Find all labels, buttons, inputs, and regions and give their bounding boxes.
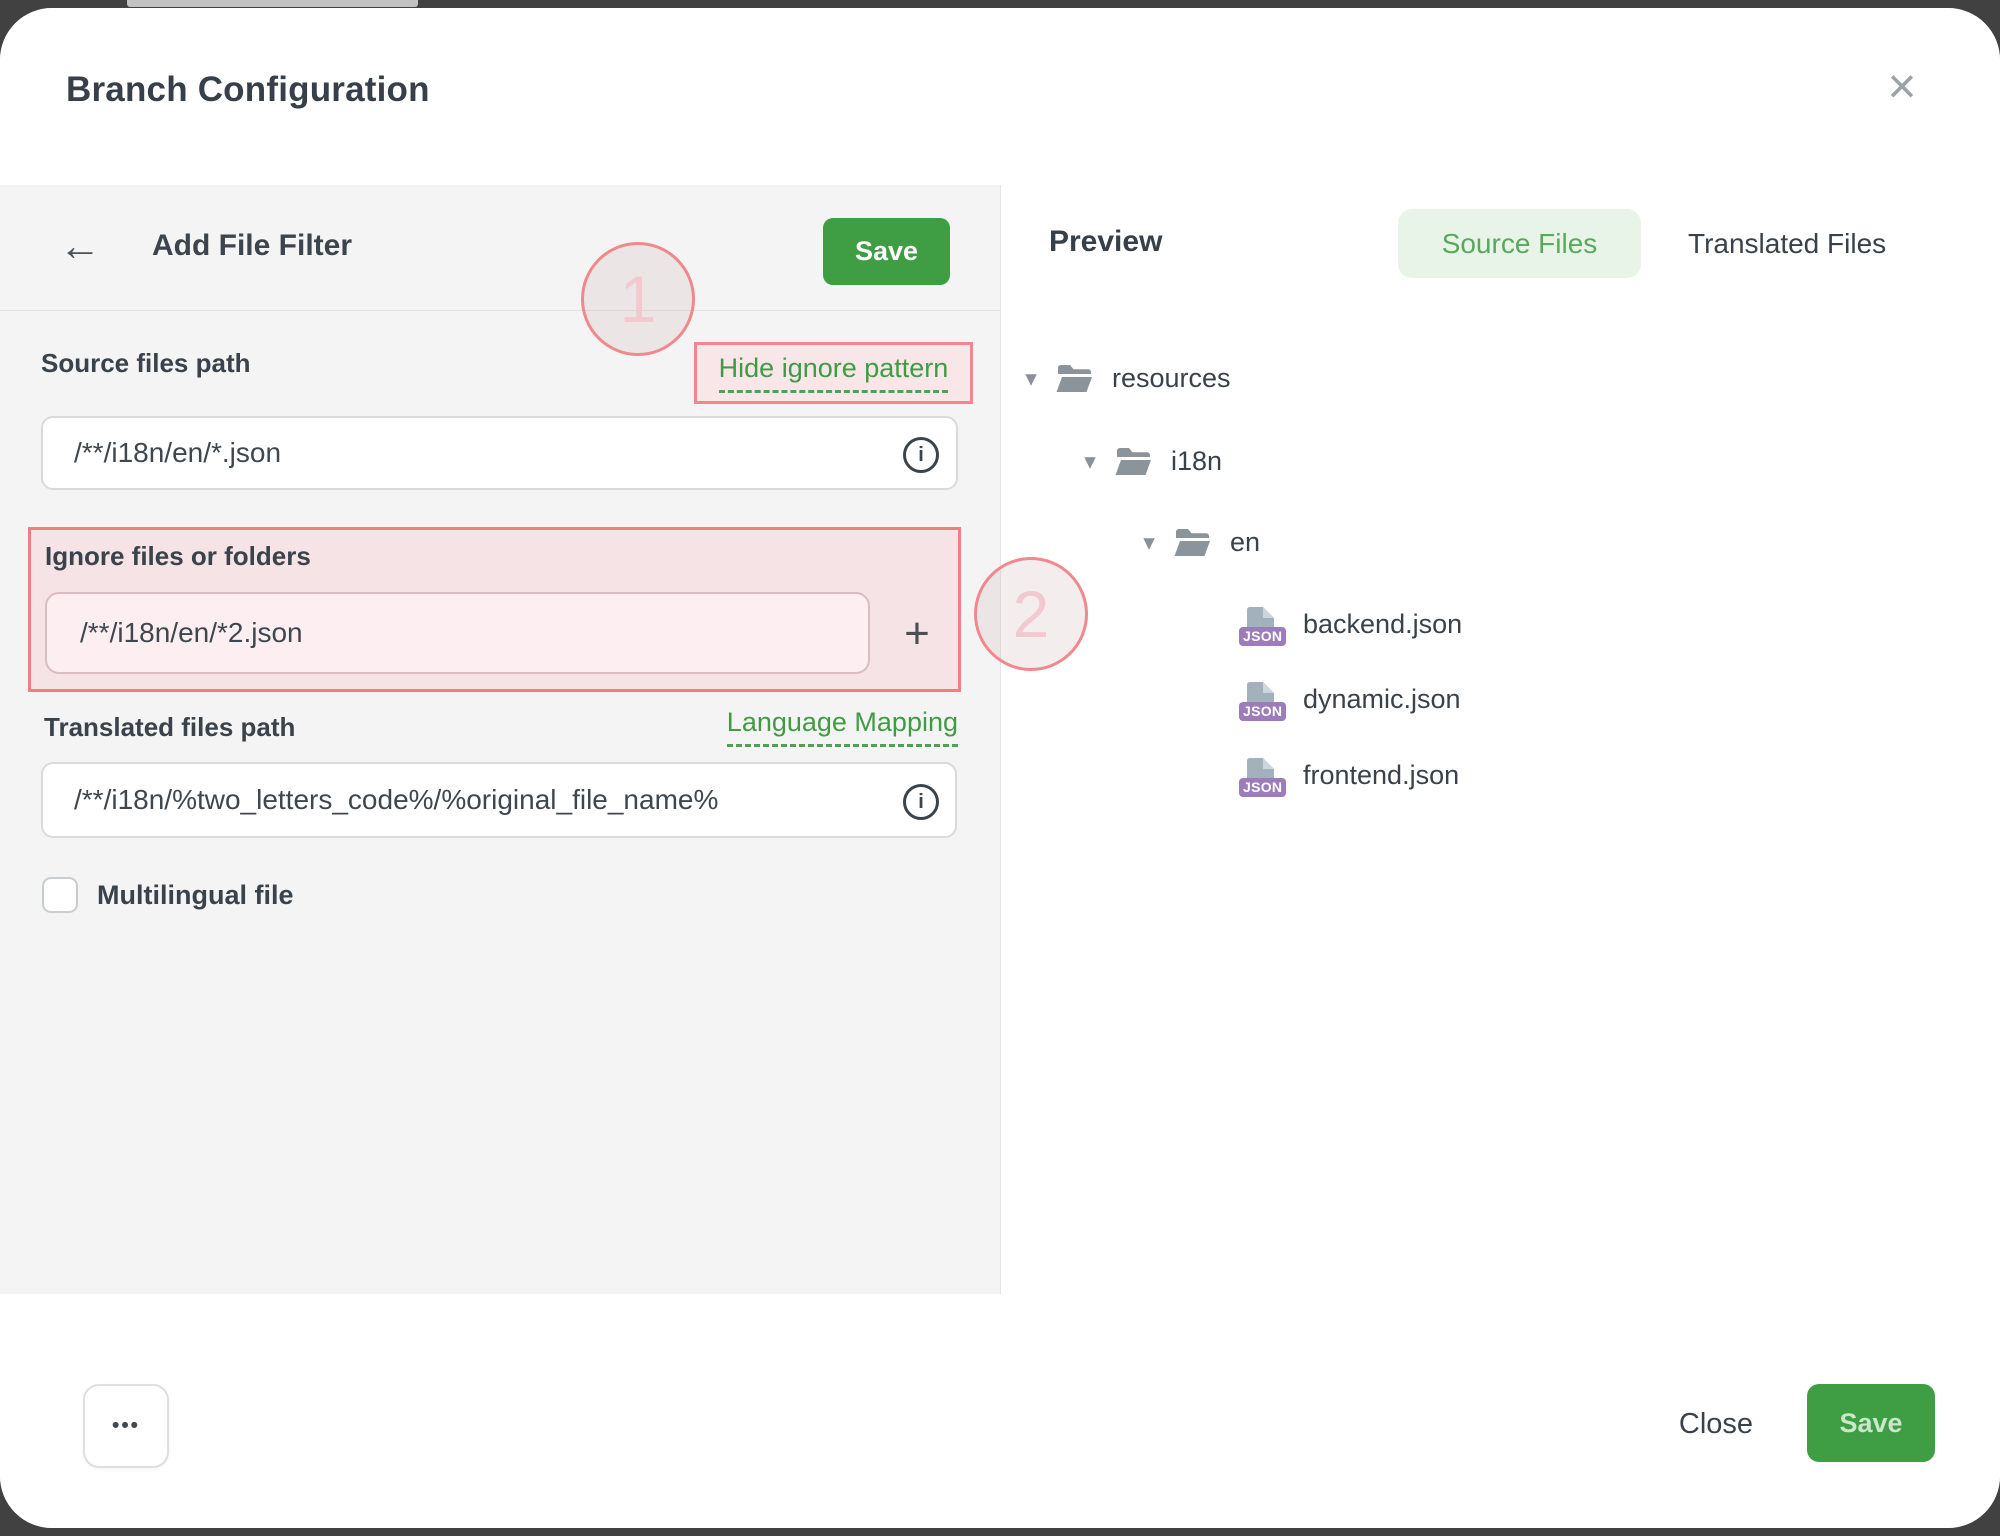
info-icon[interactable]: i <box>903 437 939 473</box>
json-badge: JSON <box>1239 627 1286 646</box>
file-filter-panel: ← Add File Filter Save Source files path… <box>0 185 1001 1294</box>
ellipsis-icon: ••• <box>112 1414 140 1438</box>
tree-row-folder[interactable]: ▾ i18n <box>1080 439 1222 483</box>
dialog-header: Branch Configuration × <box>0 8 2000 186</box>
background-page-remnant <box>127 0 418 7</box>
ignore-pattern-highlight-box: Ignore files or folders + <box>28 527 961 692</box>
tree-row-folder[interactable]: ▾ en <box>1139 520 1260 564</box>
ignore-files-label: Ignore files or folders <box>45 541 311 572</box>
tree-folder-label: en <box>1230 527 1260 558</box>
annotation-step-2: 2 <box>974 557 1088 671</box>
translated-files-path-label: Translated files path <box>44 712 295 743</box>
tree-file-label: frontend.json <box>1303 760 1459 791</box>
multilingual-file-row: Multilingual file <box>42 877 294 913</box>
dialog-content: ← Add File Filter Save Source files path… <box>0 185 2000 1294</box>
source-files-path-label: Source files path <box>41 348 251 379</box>
preview-title: Preview <box>1049 225 1162 259</box>
close-icon[interactable]: × <box>1874 58 1930 114</box>
back-arrow-icon[interactable]: ← <box>56 219 104 273</box>
annotation-number: 2 <box>1013 576 1050 652</box>
tree-file-label: dynamic.json <box>1303 684 1461 715</box>
hide-ignore-pattern-highlight: Hide ignore pattern <box>694 342 973 404</box>
tree-folder-label: i18n <box>1171 446 1222 477</box>
more-options-button[interactable]: ••• <box>83 1384 169 1468</box>
caret-down-icon[interactable]: ▾ <box>1139 531 1159 554</box>
preview-panel: Preview Source Files Translated Files ▾ … <box>1001 185 2000 1294</box>
tab-translated-files[interactable]: Translated Files <box>1673 209 1901 278</box>
annotation-step-1: 1 <box>581 242 695 356</box>
filter-save-button[interactable]: Save <box>823 218 950 285</box>
json-file-icon: JSON <box>1247 682 1274 716</box>
tree-file-label: backend.json <box>1303 609 1462 640</box>
dialog-title: Branch Configuration <box>66 70 430 110</box>
annotation-number: 1 <box>620 261 657 337</box>
filter-panel-title: Add File Filter <box>152 229 352 263</box>
branch-configuration-dialog: Branch Configuration × ← Add File Filter… <box>0 8 2000 1528</box>
translated-files-path-input[interactable] <box>41 762 957 838</box>
hide-ignore-pattern-link[interactable]: Hide ignore pattern <box>719 353 949 393</box>
tree-row-folder[interactable]: ▾ resources <box>1021 356 1231 400</box>
tree-row-file[interactable]: JSON backend.json <box>1242 602 1462 646</box>
multilingual-checkbox[interactable] <box>42 877 78 913</box>
screen: Branch Configuration × ← Add File Filter… <box>0 0 2000 1536</box>
folder-icon <box>1055 363 1093 393</box>
json-badge: JSON <box>1239 778 1286 797</box>
tree-folder-label: resources <box>1112 363 1231 394</box>
json-badge: JSON <box>1239 702 1286 721</box>
tab-source-files[interactable]: Source Files <box>1398 209 1641 278</box>
caret-down-icon[interactable]: ▾ <box>1021 367 1041 390</box>
tree-row-file[interactable]: JSON dynamic.json <box>1242 677 1461 721</box>
multilingual-label: Multilingual file <box>97 880 294 911</box>
tree-row-file[interactable]: JSON frontend.json <box>1242 753 1459 797</box>
folder-icon <box>1114 446 1152 476</box>
dialog-save-button[interactable]: Save <box>1807 1384 1935 1462</box>
ignore-pattern-input[interactable] <box>45 592 870 674</box>
dialog-footer: ••• Close Save <box>0 1294 2000 1528</box>
language-mapping-link[interactable]: Language Mapping <box>727 707 958 747</box>
source-files-path-input[interactable] <box>41 416 958 490</box>
info-icon[interactable]: i <box>903 784 939 820</box>
json-file-icon: JSON <box>1247 607 1274 641</box>
folder-icon <box>1173 527 1211 557</box>
filter-header-row: ← Add File Filter Save <box>0 185 1000 311</box>
add-ignore-pattern-button[interactable]: + <box>887 604 947 664</box>
caret-down-icon[interactable]: ▾ <box>1080 450 1100 473</box>
json-file-icon: JSON <box>1247 758 1274 792</box>
close-button[interactable]: Close <box>1656 1396 1776 1452</box>
